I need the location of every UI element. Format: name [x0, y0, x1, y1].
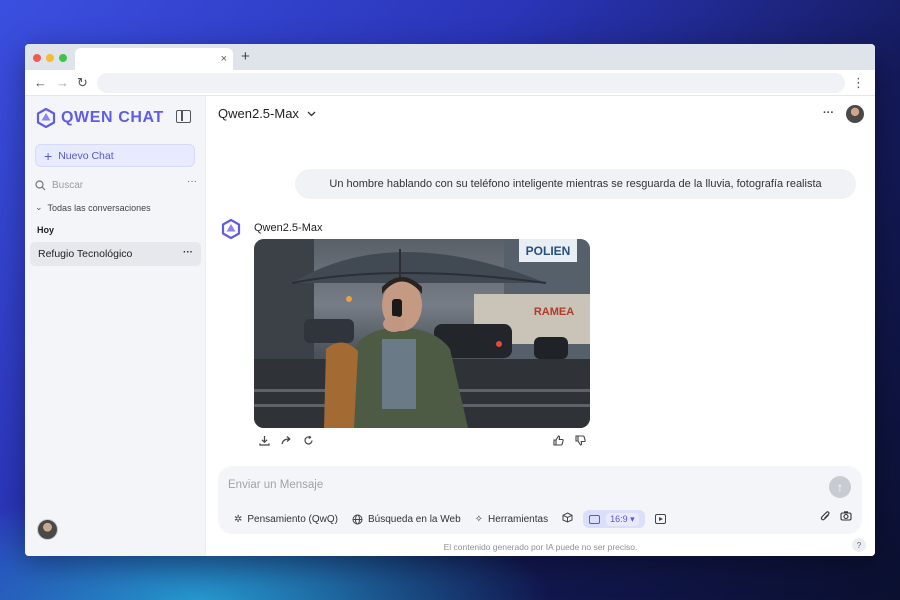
address-bar: ← → ↻ ⋮ [25, 70, 875, 96]
chevron-down-icon [307, 111, 316, 116]
cube-icon[interactable] [562, 512, 573, 526]
disclaimer: El contenido generado por IA puede no se… [443, 542, 638, 552]
user-message-text: Un hombre hablando con su teléfono intel… [329, 178, 822, 190]
assistant-logo-icon [221, 218, 241, 240]
conversation-more-icon[interactable]: ··· [183, 247, 193, 258]
sign-top-text: POLIEN [526, 244, 571, 258]
brand-name: QWEN CHAT [61, 109, 164, 126]
url-input[interactable] [97, 73, 845, 93]
user-avatar[interactable] [37, 519, 58, 540]
message-input[interactable] [228, 476, 808, 494]
forward-icon[interactable]: → [56, 74, 69, 92]
tools-label: Herramientas [488, 513, 549, 525]
thinking-icon: ✲ [234, 513, 243, 525]
new-tab-button[interactable]: + [241, 48, 250, 66]
new-chat-label: Nuevo Chat [58, 149, 114, 162]
tools-toggle[interactable]: ✧ Herramientas [475, 514, 548, 525]
aspect-ratio-select[interactable]: 16:9 ▾ [606, 512, 639, 526]
thinking-label: Pensamiento (QwQ) [247, 513, 338, 525]
globe-icon [352, 514, 363, 524]
assistant-name: Qwen2.5-Max [254, 222, 323, 234]
help-button[interactable]: ? [852, 538, 866, 552]
thumbs-up-icon[interactable] [552, 434, 564, 446]
model-name: Qwen2.5-Max [218, 106, 299, 121]
browser-menu-icon[interactable]: ⋮ [852, 74, 865, 92]
maximize-window-button[interactable] [59, 54, 67, 62]
video-icon[interactable] [654, 514, 666, 524]
conversation-item[interactable]: Refugio Tecnológico ··· [30, 242, 201, 266]
browser-tab[interactable]: × [75, 48, 233, 70]
thinking-toggle[interactable]: ✲ Pensamiento (QwQ) [234, 514, 338, 525]
share-icon[interactable] [280, 434, 292, 446]
rainy-street-photo: POLIEN RAMEA [254, 239, 590, 428]
plus-icon: + [44, 147, 53, 164]
model-selector[interactable]: Qwen2.5-Max [218, 106, 316, 121]
regenerate-icon[interactable] [302, 434, 314, 446]
reload-icon[interactable]: ↻ [77, 74, 88, 92]
conversation-title: Refugio Tecnológico [38, 248, 133, 260]
tools-icon: ✧ [474, 513, 484, 525]
app: QWEN CHAT + Nuevo Chat ··· ⌄ Todas las c… [25, 96, 875, 556]
brand[interactable]: QWEN CHAT [35, 106, 164, 130]
chat-main: Qwen2.5-Max ··· Un hombre hablando con s… [206, 96, 875, 556]
all-conversations-toggle[interactable]: ⌄ Todas las conversaciones [35, 202, 151, 213]
feedback-actions [552, 434, 586, 446]
header-more-icon[interactable]: ··· [823, 107, 834, 119]
generated-image[interactable]: POLIEN RAMEA [254, 239, 590, 428]
download-icon[interactable] [258, 434, 270, 446]
composer-tools: ✲ Pensamiento (QwQ) Búsqueda en la Web ✧ [234, 510, 666, 528]
tab-strip: × + [25, 44, 875, 70]
group-label-today: Hoy [37, 225, 55, 235]
minimize-window-button[interactable] [46, 54, 54, 62]
browser-window: × + ← → ↻ ⋮ QWEN CHAT + Nuevo Chat Busca… [25, 44, 875, 556]
search-input[interactable] [52, 179, 172, 191]
search-icon [35, 179, 46, 190]
image-actions [258, 434, 314, 446]
chevron-down-icon: ⌄ [35, 202, 43, 212]
close-window-button[interactable] [33, 54, 41, 62]
message-composer: ↑ ✲ Pensamiento (QwQ) Búsqueda en la Web [218, 466, 862, 534]
send-button[interactable]: ↑ [829, 476, 851, 498]
image-icon [589, 514, 601, 524]
header-avatar[interactable] [846, 105, 864, 123]
user-message: Un hombre hablando con su teléfono intel… [295, 169, 856, 199]
qwen-logo-icon [36, 107, 56, 129]
all-conversations-label: Todas las conversaciones [47, 202, 151, 213]
tab-close-icon[interactable]: × [221, 52, 227, 66]
sidebar: QWEN CHAT + Nuevo Chat ··· ⌄ Todas las c… [25, 96, 206, 556]
image-generation-chip[interactable]: 16:9 ▾ [583, 510, 645, 528]
web-search-label: Búsqueda en la Web [367, 513, 461, 525]
thumbs-down-icon[interactable] [574, 434, 586, 446]
camera-icon[interactable] [840, 510, 852, 524]
new-chat-button[interactable]: + Nuevo Chat [35, 144, 195, 167]
web-search-toggle[interactable]: Búsqueda en la Web [352, 514, 461, 525]
back-icon[interactable]: ← [34, 74, 47, 92]
sidebar-search: ··· [35, 176, 197, 194]
toggle-sidebar-icon[interactable] [176, 110, 191, 123]
sign-store-text: RAMEA [534, 306, 574, 318]
attach-icon[interactable] [820, 510, 831, 525]
search-more-icon[interactable]: ··· [187, 176, 197, 187]
